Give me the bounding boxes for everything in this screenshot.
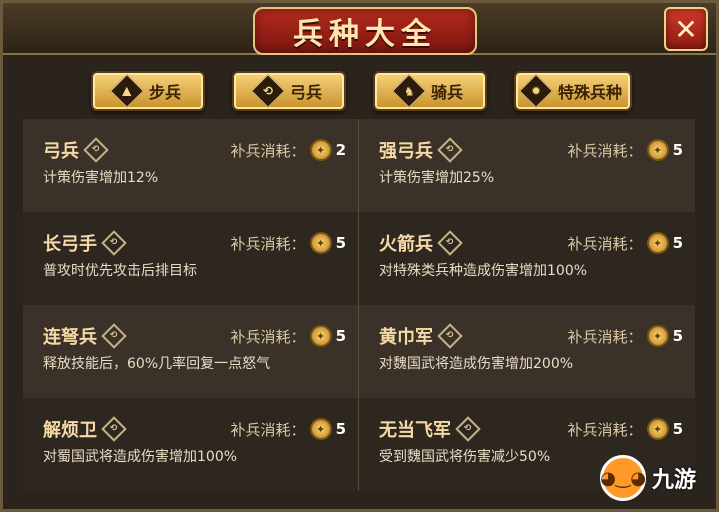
- bow-icon: ⟲: [437, 137, 463, 163]
- unit-description: 计策伤害增加25%: [379, 170, 495, 186]
- coin-icon: ✦: [646, 139, 669, 161]
- bow-icon: ⟲: [101, 416, 127, 442]
- cost: 补兵消耗： ✦ 5: [567, 418, 683, 440]
- cost: 补兵消耗： ✦ 5: [230, 232, 346, 254]
- bow-icon: ⟲: [455, 416, 481, 442]
- unit-name: 强弓兵 ⟲: [379, 137, 463, 163]
- cost: 补兵消耗： ✦ 5: [567, 232, 683, 254]
- unit-card[interactable]: 弓兵 ⟲ 补兵消耗： ✦ 2 计策伤害增加12%: [23, 119, 359, 212]
- unit-name: 弓兵 ⟲: [43, 137, 109, 163]
- unit-card[interactable]: 强弓兵 ⟲ 补兵消耗： ✦ 5 计策伤害增加25%: [359, 119, 695, 212]
- star-icon: ✹: [519, 74, 553, 108]
- tab-special[interactable]: ✹ 特殊兵种: [514, 71, 632, 111]
- page-title: 兵种大全: [253, 7, 477, 55]
- unit-list: 弓兵 ⟲ 补兵消耗： ✦ 2 计策伤害增加12% 强弓兵 ⟲ 补兵消耗： ✦ 5 计策伤…: [23, 119, 695, 491]
- coin-icon: ✦: [309, 139, 332, 161]
- coin-icon: ✦: [309, 325, 332, 347]
- unit-name: 黄巾军 ⟲: [379, 323, 463, 349]
- tab-label: 特殊兵种: [557, 83, 622, 102]
- coin-icon: ✦: [309, 418, 332, 440]
- bow-icon: ⟲: [437, 323, 463, 349]
- cost: 补兵消耗： ✦ 2: [230, 139, 346, 161]
- tab-cavalry[interactable]: ♞ 骑兵: [373, 71, 487, 111]
- tab-label: 弓兵: [289, 83, 322, 102]
- bow-icon: ⟲: [101, 230, 127, 256]
- unit-card[interactable]: 黄巾军 ⟲ 补兵消耗： ✦ 5 对魏国武将造成伤害增加200%: [359, 305, 695, 398]
- unit-card[interactable]: 长弓手 ⟲ 补兵消耗： ✦ 5 普攻时优先攻击后排目标: [23, 212, 359, 305]
- cost: 补兵消耗： ✦ 5: [567, 139, 683, 161]
- unit-encyclopedia-panel: 兵种大全 ✕ ▲ 步兵 ⟲ 弓兵 ♞ 骑兵 ✹ 特殊兵种 弓兵 ⟲ 补兵消耗： …: [0, 0, 719, 512]
- cost: 补兵消耗： ✦ 5: [567, 325, 683, 347]
- unit-card[interactable]: 连弩兵 ⟲ 补兵消耗： ✦ 5 释放技能后，60%几率回复一点怒气: [23, 305, 359, 398]
- unit-description: 对魏国武将造成伤害增加200%: [379, 356, 574, 372]
- unit-name: 火箭兵 ⟲: [379, 230, 463, 256]
- close-button[interactable]: ✕: [664, 7, 708, 51]
- boot-icon: ▲: [110, 74, 144, 108]
- unit-name: 连弩兵 ⟲: [43, 323, 127, 349]
- mascot-icon: ◕‿◕: [600, 455, 646, 501]
- unit-description: 计策伤害增加12%: [43, 170, 159, 186]
- horse-icon: ♞: [392, 74, 426, 108]
- bow-icon: ⟲: [437, 230, 463, 256]
- unit-card[interactable]: 解烦卫 ⟲ 补兵消耗： ✦ 5 对蜀国武将造成伤害增加100%: [23, 398, 359, 491]
- unit-description: 受到魏国武将伤害减少50%: [379, 449, 551, 465]
- tab-archer[interactable]: ⟲ 弓兵: [232, 71, 346, 111]
- coin-icon: ✦: [309, 232, 332, 254]
- unit-name: 解烦卫 ⟲: [43, 416, 127, 442]
- unit-type-tabs: ▲ 步兵 ⟲ 弓兵 ♞ 骑兵 ✹ 特殊兵种: [3, 63, 716, 119]
- coin-icon: ✦: [646, 325, 669, 347]
- unit-description: 对特殊类兵种造成伤害增加100%: [379, 263, 588, 279]
- unit-description: 释放技能后，60%几率回复一点怒气: [43, 356, 271, 372]
- watermark-text: 九游: [652, 468, 697, 493]
- cost: 补兵消耗： ✦ 5: [230, 325, 346, 347]
- tab-label: 骑兵: [430, 83, 463, 102]
- bow-icon: ⟲: [83, 137, 109, 163]
- coin-icon: ✦: [646, 418, 669, 440]
- unit-card[interactable]: 火箭兵 ⟲ 补兵消耗： ✦ 5 对特殊类兵种造成伤害增加100%: [359, 212, 695, 305]
- unit-description: 对蜀国武将造成伤害增加100%: [43, 449, 238, 465]
- watermark: ◕‿◕ 九游: [600, 453, 708, 503]
- coin-icon: ✦: [646, 232, 669, 254]
- unit-name: 长弓手 ⟲: [43, 230, 127, 256]
- tab-label: 步兵: [148, 83, 181, 102]
- bow-icon: ⟲: [101, 323, 127, 349]
- unit-description: 普攻时优先攻击后排目标: [43, 263, 197, 279]
- cost: 补兵消耗： ✦ 5: [230, 418, 346, 440]
- title-bar: 兵种大全 ✕: [3, 3, 716, 55]
- bow-icon: ⟲: [251, 74, 285, 108]
- tab-infantry[interactable]: ▲ 步兵: [91, 71, 205, 111]
- close-icon: ✕: [674, 12, 698, 46]
- unit-name: 无当飞军 ⟲: [379, 416, 481, 442]
